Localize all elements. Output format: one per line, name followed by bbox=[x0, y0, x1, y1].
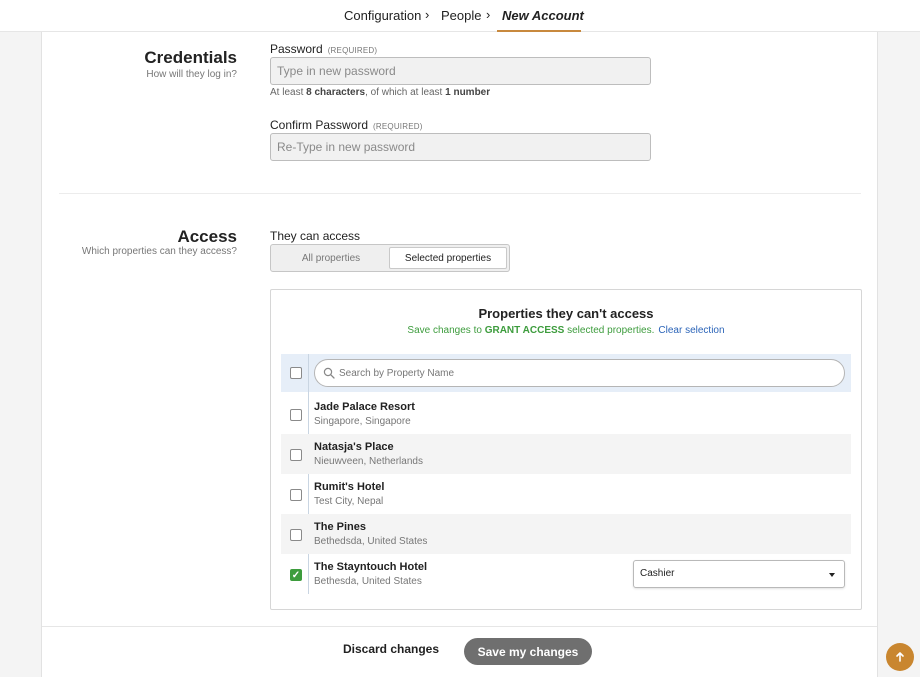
select-all-checkbox[interactable] bbox=[290, 367, 302, 379]
breadcrumb-new-account: New Account bbox=[502, 8, 584, 23]
list-item[interactable]: Jade Palace Resort Singapore, Singapore bbox=[281, 394, 851, 434]
access-scope-toggle: All properties Selected properties bbox=[270, 244, 510, 272]
footer-divider bbox=[42, 626, 877, 627]
role-dropdown[interactable]: Cashier bbox=[633, 560, 845, 588]
checkmark-icon: ✓ bbox=[291, 570, 301, 581]
property-location: Nieuwveen, Netherlands bbox=[314, 456, 423, 467]
property-location: Test City, Nepal bbox=[314, 496, 384, 507]
clear-selection-link[interactable]: Clear selection bbox=[658, 325, 724, 336]
access-label: They can access bbox=[270, 229, 361, 243]
hint-middle: , of which at least bbox=[365, 87, 446, 98]
access-title: Access bbox=[177, 227, 237, 246]
note-action: GRANT ACCESS bbox=[484, 325, 565, 336]
note-prefix: Save changes to bbox=[407, 325, 485, 336]
property-checkbox-checked[interactable]: ✓ bbox=[290, 569, 302, 581]
list-item[interactable]: Natasja's Place Nieuwveen, Netherlands bbox=[281, 434, 851, 474]
property-name: The Stayntouch Hotel bbox=[314, 561, 428, 573]
property-checkbox[interactable] bbox=[290, 529, 302, 541]
access-subtitle: Which properties can they access? bbox=[81, 246, 237, 257]
credentials-heading: Credentials How will they log in? bbox=[42, 48, 237, 88]
property-location: Bethesda, United States bbox=[314, 576, 422, 587]
credentials-title: Credentials bbox=[144, 48, 237, 67]
property-location: Singapore, Singapore bbox=[314, 416, 411, 427]
top-navigation: Configuration › People › New Account bbox=[0, 0, 920, 32]
role-dropdown-value: Cashier bbox=[640, 568, 675, 579]
all-properties-option[interactable]: All properties bbox=[273, 247, 389, 269]
property-location: Bethedsda, United States bbox=[314, 536, 428, 547]
discard-changes-button[interactable]: Discard changes bbox=[341, 642, 441, 662]
confirm-password-label-text: Confirm Password bbox=[270, 118, 369, 132]
breadcrumb-separator-icon: › bbox=[425, 7, 430, 22]
selected-properties-option[interactable]: Selected properties bbox=[389, 247, 507, 269]
password-label: Password (REQUIRED) bbox=[270, 42, 377, 56]
property-checkbox[interactable] bbox=[290, 489, 302, 501]
property-search bbox=[314, 359, 845, 387]
property-checkbox[interactable] bbox=[290, 409, 302, 421]
property-name: Rumit's Hotel bbox=[314, 481, 385, 493]
password-label-text: Password bbox=[270, 42, 323, 56]
chevron-down-icon bbox=[829, 573, 835, 577]
property-search-input[interactable] bbox=[339, 361, 839, 385]
arrow-up-icon bbox=[896, 652, 904, 662]
access-heading: Access Which properties can they access? bbox=[42, 227, 237, 267]
search-icon bbox=[323, 367, 335, 379]
property-checkbox[interactable] bbox=[290, 449, 302, 461]
search-row bbox=[281, 354, 851, 392]
new-account-form: Credentials How will they log in? Passwo… bbox=[41, 32, 878, 677]
breadcrumb-configuration[interactable]: Configuration bbox=[344, 8, 421, 23]
confirm-password-label: Confirm Password (REQUIRED) bbox=[270, 118, 423, 132]
properties-panel-note: Save changes to GRANT ACCESS selected pr… bbox=[271, 325, 861, 336]
properties-panel: Properties they can't access Save change… bbox=[270, 289, 862, 610]
section-divider bbox=[59, 193, 861, 194]
breadcrumb-people[interactable]: People bbox=[441, 8, 481, 23]
hint-prefix: At least bbox=[270, 87, 307, 98]
credentials-subtitle: How will they log in? bbox=[146, 69, 237, 80]
property-name: The Pines bbox=[314, 521, 366, 533]
hint-characters: 8 characters bbox=[306, 87, 366, 98]
note-suffix: selected properties. bbox=[564, 325, 655, 336]
password-input[interactable] bbox=[270, 57, 651, 85]
properties-panel-title: Properties they can't access bbox=[478, 306, 654, 321]
list-item[interactable]: Rumit's Hotel Test City, Nepal bbox=[281, 474, 851, 514]
property-name: Jade Palace Resort bbox=[314, 401, 415, 413]
property-name: Natasja's Place bbox=[314, 441, 394, 453]
save-changes-button[interactable]: Save my changes bbox=[464, 638, 592, 665]
list-item[interactable]: The Pines Bethedsda, United States bbox=[281, 514, 851, 554]
confirm-password-required-tag: (REQUIRED) bbox=[373, 122, 423, 131]
breadcrumb-separator-icon: › bbox=[486, 7, 491, 22]
hint-number: 1 number bbox=[445, 87, 491, 98]
scroll-to-top-button[interactable] bbox=[886, 643, 914, 671]
password-required-tag: (REQUIRED) bbox=[327, 46, 378, 55]
password-hint: At least 8 characters, of which at least… bbox=[270, 87, 490, 98]
list-item[interactable]: ✓ The Stayntouch Hotel Bethesda, United … bbox=[281, 554, 851, 594]
note-text: Save changes to GRANT ACCESS selected pr… bbox=[407, 325, 654, 336]
confirm-password-input[interactable] bbox=[270, 133, 651, 161]
